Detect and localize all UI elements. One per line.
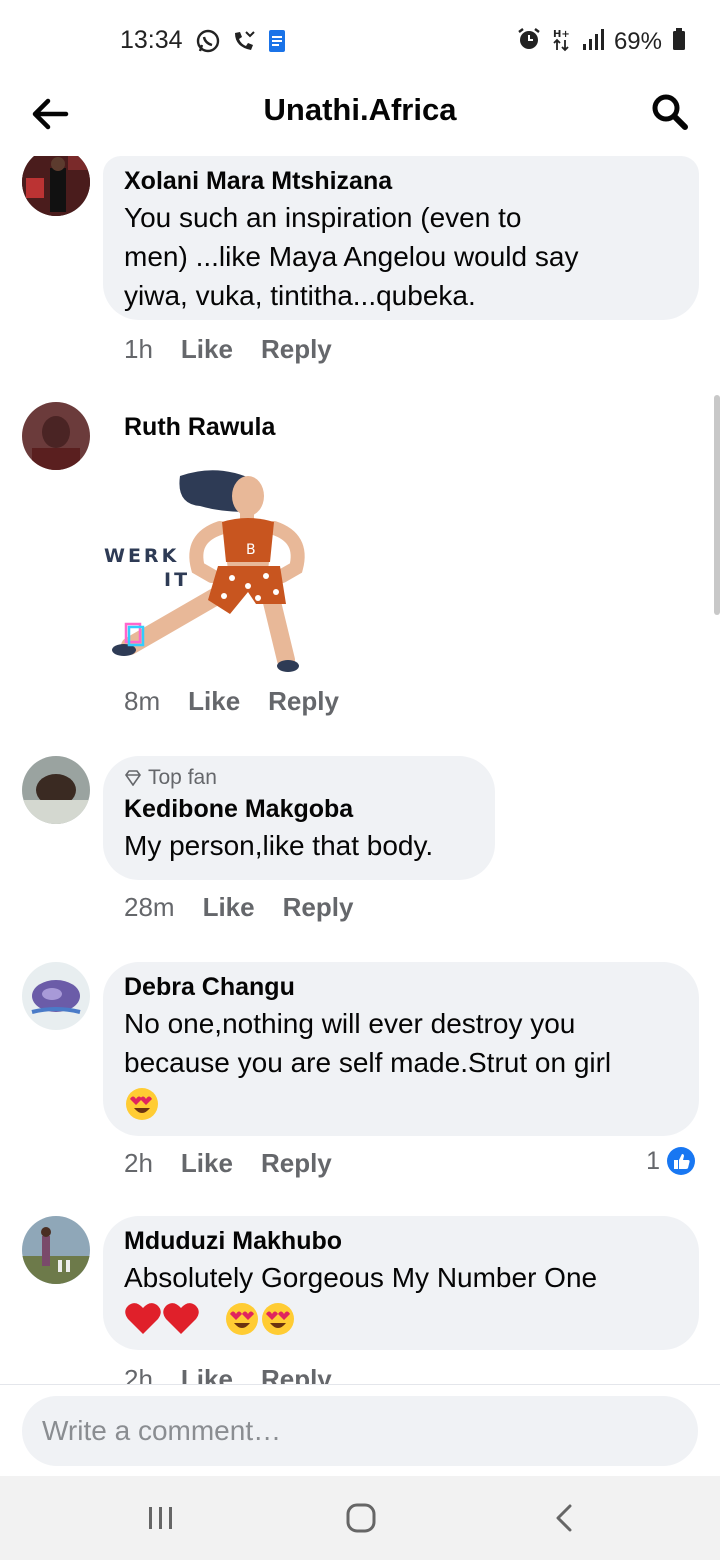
comment-time[interactable]: 1h: [124, 334, 153, 365]
battery-percent: 69%: [613, 27, 662, 55]
network-hplus-icon: H+: [552, 26, 572, 57]
comment-time[interactable]: 2h: [124, 1364, 153, 1384]
red-heart-emoji: [163, 1302, 199, 1334]
comment-actions: 2h Like Reply: [124, 1148, 332, 1179]
comment-actions: 2h Like Reply: [124, 1364, 332, 1384]
comment-header: Ruth Rawula: [103, 402, 296, 444]
reply-button[interactable]: Reply: [261, 1364, 332, 1384]
sticker-image[interactable]: B WERK IT: [100, 466, 320, 676]
comment-actions: 1h Like Reply: [124, 334, 332, 365]
comment-actions: 28m Like Reply: [124, 892, 353, 923]
comment-text-line: No one,nothing will ever destroy you: [124, 1008, 576, 1039]
sticker-text: IT: [164, 569, 190, 591]
nav-back-button[interactable]: [540, 1496, 588, 1540]
app-header: Unathi.Africa: [0, 84, 720, 156]
sticker-letter: B: [246, 542, 256, 558]
comment-text-line: My person,like that body.: [124, 830, 434, 861]
comment-time[interactable]: 28m: [124, 892, 175, 923]
like-button[interactable]: Like: [181, 334, 233, 365]
recents-button[interactable]: [137, 1496, 185, 1540]
page-title: Unathi.Africa: [263, 92, 457, 127]
svg-text:H+: H+: [553, 29, 570, 40]
comment-time[interactable]: 2h: [124, 1148, 153, 1179]
status-time: 13:34: [120, 26, 183, 54]
comment-text-line: because you are self made.Strut on girl: [124, 1047, 612, 1078]
avatar[interactable]: [22, 962, 90, 1030]
comment-emoji-line: [124, 1297, 678, 1337]
home-icon: [346, 1503, 376, 1533]
reply-button[interactable]: Reply: [261, 1148, 332, 1179]
comment-bubble[interactable]: Top fan Kedibone Makgoba My person,like …: [103, 756, 495, 880]
avatar[interactable]: [22, 756, 90, 824]
comment-bubble[interactable]: Debra Changu No one,nothing will ever de…: [103, 962, 699, 1136]
status-bar: 13:34 H+ 69%: [0, 0, 720, 84]
comment-author[interactable]: Xolani Mara Mtshizana: [124, 164, 678, 198]
top-fan-label: Top fan: [148, 766, 217, 789]
like-button[interactable]: Like: [181, 1364, 233, 1384]
comment-text-line: Absolutely Gorgeous My Number One: [124, 1262, 598, 1293]
comment-emoji-line: [124, 1082, 678, 1122]
reply-button[interactable]: Reply: [283, 892, 354, 923]
alarm-icon: [516, 26, 542, 57]
avatar[interactable]: [22, 156, 90, 216]
reaction-summary[interactable]: 1: [646, 1146, 696, 1176]
like-button[interactable]: Like: [188, 686, 240, 717]
like-button[interactable]: Like: [181, 1148, 233, 1179]
comment-composer[interactable]: [22, 1396, 698, 1466]
comment-text-line: yiwa, vuka, tintitha...qubeka.: [124, 280, 476, 311]
comment-bubble[interactable]: Xolani Mara Mtshizana You such an inspir…: [103, 156, 699, 320]
file-icon: [267, 28, 287, 59]
battery-icon: [672, 26, 686, 57]
comment-author[interactable]: Ruth Rawula: [124, 410, 275, 444]
reply-button[interactable]: Reply: [268, 686, 339, 717]
search-button[interactable]: [646, 88, 694, 136]
comment-author[interactable]: Kedibone Makgoba: [124, 792, 474, 826]
reaction-count: 1: [646, 1146, 660, 1175]
comment-composer-bar: [0, 1384, 720, 1476]
avatar[interactable]: [22, 1216, 90, 1284]
heart-eyes-emoji: [225, 1302, 258, 1335]
missed-call-icon: [231, 28, 257, 59]
sticker-text: WERK: [104, 545, 179, 567]
comments-list[interactable]: Xolani Mara Mtshizana You such an inspir…: [0, 156, 720, 1384]
reply-button[interactable]: Reply: [261, 334, 332, 365]
recents-icon: [149, 1507, 172, 1529]
comment-input[interactable]: [42, 1415, 642, 1447]
comment-text-line: You such an inspiration (even to: [124, 202, 522, 233]
like-button[interactable]: Like: [203, 892, 255, 923]
signal-icon: [582, 26, 604, 57]
comment-author[interactable]: Mduduzi Makhubo: [124, 1224, 678, 1258]
diamond-icon: [125, 770, 141, 786]
red-heart-emoji: [125, 1302, 161, 1334]
top-fan-badge: Top fan: [124, 764, 474, 792]
avatar[interactable]: [22, 402, 90, 470]
comment-text-line: men) ...like Maya Angelou would say: [124, 241, 579, 272]
comment-time[interactable]: 8m: [124, 686, 160, 717]
heart-eyes-emoji: [261, 1302, 294, 1335]
system-nav-bar: [0, 1476, 720, 1560]
scrollbar[interactable]: [714, 395, 720, 615]
comment-actions: 8m Like Reply: [124, 686, 339, 717]
comment-bubble[interactable]: Mduduzi Makhubo Absolutely Gorgeous My N…: [103, 1216, 699, 1350]
whatsapp-icon: [195, 28, 221, 59]
heart-eyes-emoji: [126, 1087, 158, 1120]
like-reaction-icon: [667, 1147, 695, 1175]
comment-author[interactable]: Debra Changu: [124, 970, 678, 1004]
nav-back-icon: [556, 1504, 572, 1532]
search-icon: [652, 94, 688, 130]
home-button[interactable]: [337, 1496, 385, 1540]
